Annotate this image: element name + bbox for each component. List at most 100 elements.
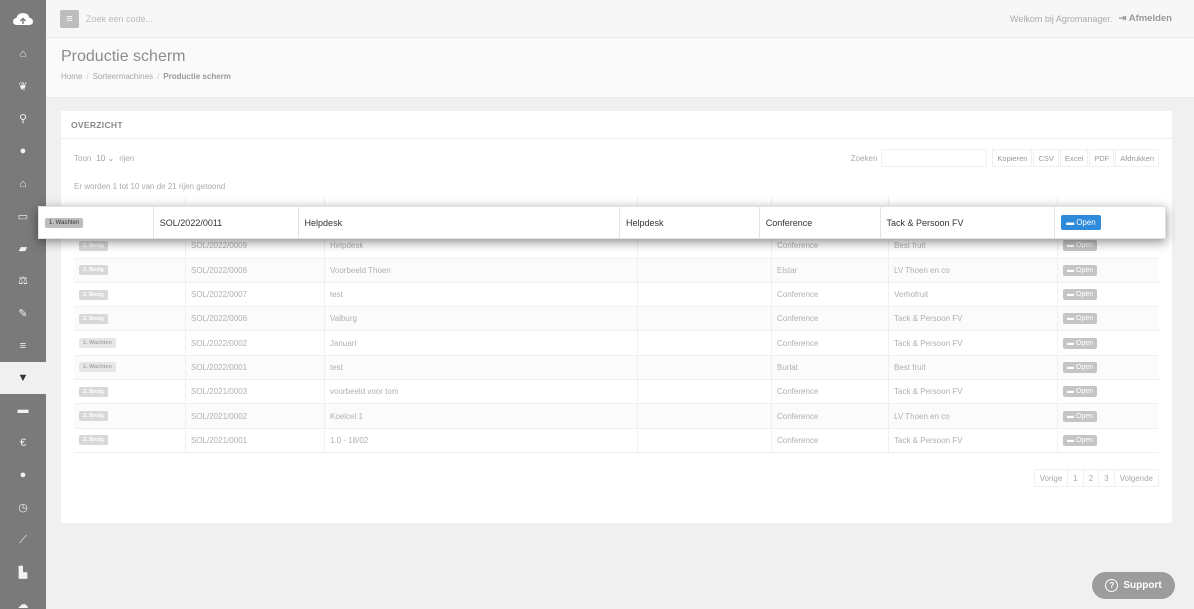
open-button[interactable]: ▬Open [1063, 337, 1098, 349]
open-button[interactable]: ▬Open [1063, 264, 1098, 276]
copy-button[interactable]: Kopieren [992, 149, 1033, 167]
menu-toggle-button[interactable]: ≡ [60, 9, 79, 28]
open-button[interactable]: ▬Open [1063, 313, 1098, 325]
sidebar-item-balance-scale[interactable]: ⚖ [0, 265, 46, 297]
sidebar-item-leaf[interactable]: ❦ [0, 70, 46, 102]
table-row[interactable]: 1. Wachten SOL/2022/0002 Januari Conference… [74, 331, 1159, 356]
excel-button[interactable]: Excel [1059, 149, 1089, 167]
open-button[interactable]: ▬Open [1063, 361, 1098, 373]
page-2-button[interactable]: 2 [1082, 469, 1100, 487]
open-button[interactable]: ▬Open [1063, 386, 1098, 398]
sidebar-item-cloud[interactable]: ☁ [0, 589, 46, 609]
reference-cell [638, 404, 772, 428]
sidebar-item-industry[interactable]: ▙ [0, 556, 46, 588]
sidebar-item-map-marker[interactable]: ⚲ [0, 103, 46, 135]
action-cell: ▬Open [1058, 331, 1159, 354]
cloud-icon[interactable] [0, 0, 46, 38]
table-search-input[interactable] [881, 149, 988, 167]
sidebar-item-tint[interactable]: ● [0, 135, 46, 167]
table-row[interactable]: 2. Bezig SOL/2022/0008 Voorbeeld Thoen Elst… [74, 258, 1159, 283]
page-length-select[interactable]: 10 ⌄ [96, 154, 114, 163]
sidebar-item-list[interactable]: ≡ [0, 330, 46, 362]
prev-page-button[interactable]: Vorige [1033, 469, 1069, 487]
sidebar-item-truck[interactable]: ▬ [0, 394, 46, 426]
open-button[interactable]: ▬Open [1063, 410, 1098, 422]
next-page-button[interactable]: Volgende [1113, 469, 1159, 487]
breadcrumb-home[interactable]: Home [61, 72, 82, 81]
logout-link[interactable]: ⇥ Afmelden [1118, 13, 1172, 24]
table-row[interactable]: 2. Bezig SOL/2021/0001 1.0 - 18/02 Conferen… [74, 428, 1159, 453]
code-search-input[interactable] [86, 13, 286, 24]
action-cell: ▬Open [1058, 429, 1159, 452]
code-cell: SOL/2022/0002 [186, 331, 325, 355]
status-cell: 2. Bezig [74, 282, 186, 307]
sidebar-item-home[interactable]: ⌂ [0, 38, 46, 70]
open-button-label: Open [1076, 436, 1094, 444]
page-length-value: 10 [96, 153, 106, 163]
customer-cell: LV Thoen en co [889, 404, 1058, 428]
open-button-label: Open [1076, 291, 1094, 299]
wrench-icon: ✎ [18, 307, 28, 320]
user-area: Welkom bij Agromanager. ⇥ Afmelden [1010, 13, 1172, 24]
table-row[interactable]: 2. Bezig SOL/2021/0002 Koelcel 1 Conference… [74, 404, 1159, 429]
sidebar-item-wrench[interactable]: ✎ [0, 297, 46, 329]
status-badge: 1. Wachten [45, 217, 84, 228]
variety-cell: Conference [772, 428, 889, 452]
support-button[interactable]: ? Support [1092, 572, 1175, 599]
sidebar-item-clock[interactable]: ◷ [0, 491, 46, 523]
page-1-button[interactable]: 1 [1067, 469, 1084, 487]
reference-cell [638, 258, 772, 282]
status-badge: 2. Bezig [79, 435, 108, 446]
topbar: ≡ Welkom bij Agromanager. ⇥ Afmelden [46, 0, 1194, 38]
highlighted-table-row[interactable]: 1. Wachten SOL/2022/0011 Helpdesk Helpde… [38, 206, 1166, 239]
variety-cell: Conference [772, 404, 889, 428]
sidebar-item-user[interactable]: ● [0, 459, 46, 491]
pdf-button[interactable]: PDF [1089, 149, 1115, 167]
status-badge: 2. Bezig [79, 386, 108, 397]
action-cell: ▬Open [1058, 404, 1159, 427]
reference-cell [638, 380, 772, 404]
euro-icon: € [19, 436, 27, 449]
logo-cloud-icon [13, 13, 33, 25]
panel-title: OVERZICHT [61, 111, 1172, 139]
action-cell: ▬Open [1058, 259, 1159, 282]
page-header: Productie scherm Home / Sorteermachines / Pr… [46, 38, 1194, 98]
folder-open-icon: ▬ [1067, 315, 1074, 323]
status-cell: 2. Bezig [74, 404, 186, 428]
customer-cell: Tack & Persoon FV [889, 307, 1058, 331]
name-cell: test [325, 355, 638, 380]
status-badge: 2. Bezig [79, 289, 108, 300]
question-icon: ? [1105, 579, 1119, 592]
table-row[interactable]: 1. Wachten SOL/2022/0001 test Burlat Best fr… [74, 355, 1159, 381]
open-button[interactable]: ▬Open [1063, 434, 1098, 446]
bank-icon: ⌂ [19, 177, 27, 190]
reference-cell: Helpdesk [620, 207, 760, 238]
open-button[interactable]: ▬Open [1061, 215, 1101, 230]
table-row[interactable]: 2. Bezig SOL/2021/0003 voorbeeld voor tom C… [74, 380, 1159, 405]
table-row[interactable]: 2. Bezig SOL/2022/0006 Valburg Conference Ta… [74, 307, 1159, 332]
table-row[interactable]: 2. Bezig SOL/2022/0007 test Conference Verho… [74, 282, 1159, 308]
status-cell: 1. Wachten [74, 355, 186, 380]
page-3-button[interactable]: 3 [1098, 469, 1115, 487]
name-cell: voorbeeld voor tom [325, 380, 638, 404]
table-body: 1. WachtenSOL/2022/0011HelpdeskHelpdeskC… [74, 210, 1159, 453]
open-button[interactable]: ▬Open [1063, 240, 1098, 252]
book-icon: ▰ [18, 243, 28, 256]
status-cell: 2. Bezig [74, 380, 186, 404]
breadcrumb-sorteermachines[interactable]: Sorteermachines [93, 72, 153, 81]
open-button[interactable]: ▬Open [1063, 289, 1098, 301]
customer-cell: Tack & Persoon FV [889, 380, 1058, 404]
print-button[interactable]: Afdrukken [1115, 149, 1159, 167]
sidebar-item-line-chart[interactable]: ⟋ [0, 524, 46, 556]
map-marker-icon: ⚲ [18, 113, 28, 126]
sidebar-item-euro[interactable]: € [0, 427, 46, 459]
name-cell: Voorbeeld Thoen [325, 258, 638, 282]
csv-button[interactable]: CSV [1033, 149, 1059, 167]
breadcrumb-current: Productie scherm [163, 72, 231, 81]
status-cell: 2. Bezig [74, 258, 186, 282]
status-badge: 1. Wachten [79, 362, 116, 373]
sidebar-item-filter[interactable]: ▼ [0, 361, 46, 395]
sidebar-item-bank[interactable]: ⌂ [0, 168, 46, 200]
folder-open-icon: ▬ [1067, 339, 1074, 347]
toolbar-right: Zoeken Kopieren CSV Excel PDF Afdrukken [851, 149, 1159, 167]
